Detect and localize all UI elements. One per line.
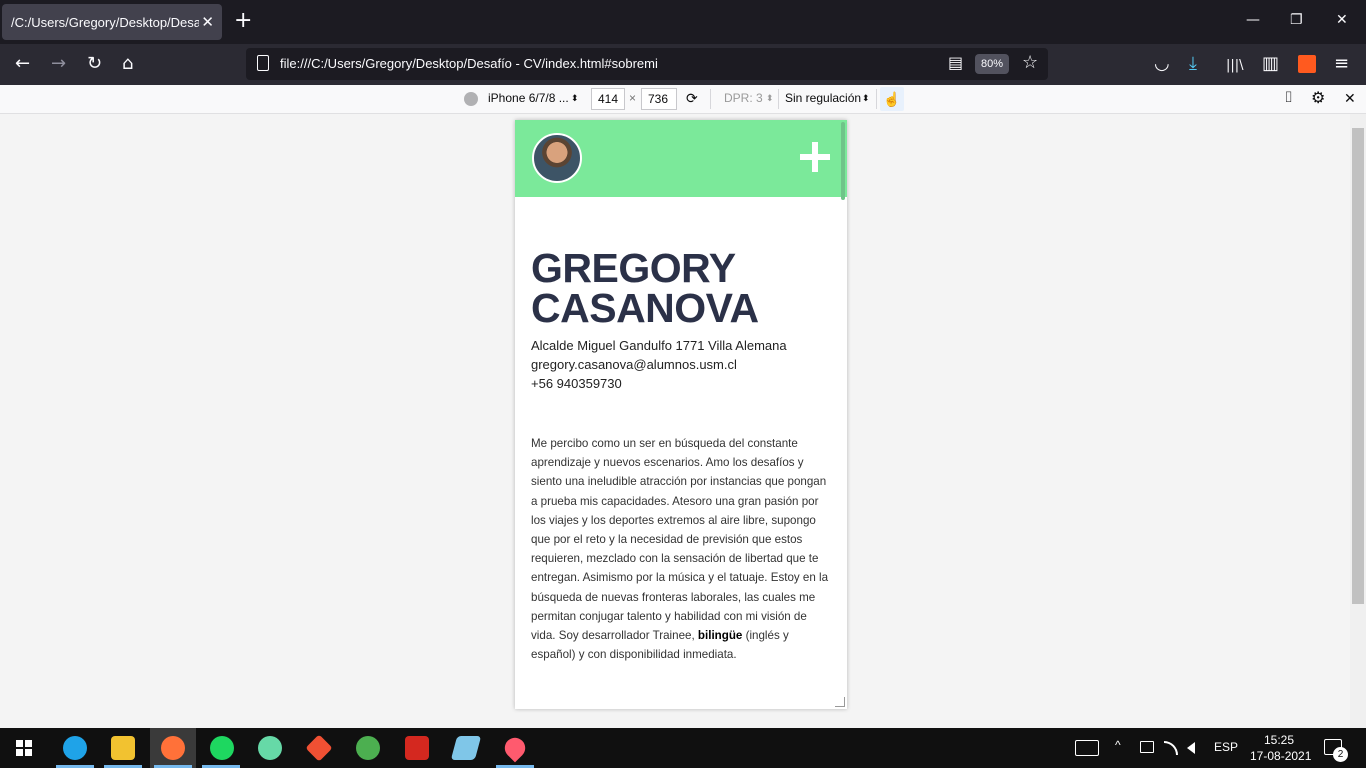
name-last: CASANOVA	[531, 285, 759, 331]
reader-view-icon[interactable]: ▤	[948, 53, 963, 73]
site-header	[515, 120, 847, 197]
tab-close-icon[interactable]: ✕	[201, 13, 214, 31]
dpr-dropdown-icon[interactable]: ⬍	[766, 93, 774, 104]
url-bar[interactable]: file:///C:/Users/Gregory/Desktop/Desafío…	[246, 48, 1048, 80]
email: gregory.casanova@alumnos.usm.cl	[531, 357, 737, 372]
tab-title: /C:/Users/Gregory/Desktop/Desafío	[11, 14, 199, 30]
throttling-selector[interactable]: Sin regulación	[785, 91, 861, 105]
menu-icon[interactable]: ≡	[1334, 54, 1349, 74]
dpr-selector[interactable]: DPR: 3	[724, 91, 763, 105]
device-scrollbar[interactable]	[841, 122, 845, 200]
acrobat-icon[interactable]	[405, 736, 429, 760]
plus-menu-icon[interactable]	[800, 142, 830, 172]
library-icon[interactable]: |||\	[1226, 56, 1244, 76]
about-bold-text: bilingüe	[697, 629, 743, 643]
atom-icon[interactable]	[258, 736, 282, 760]
windows-start-icon[interactable]	[16, 740, 32, 756]
downloads-icon[interactable]: ⤓	[1189, 54, 1197, 74]
page-scrollbar-thumb[interactable]	[1352, 128, 1364, 604]
page-title: GREGORY CASANOVA	[531, 248, 831, 331]
window-close-icon[interactable]: ✕	[1336, 12, 1348, 28]
device-icon	[464, 92, 478, 106]
chrome-icon[interactable]	[356, 736, 380, 760]
bookmark-star-icon[interactable]: ☆	[1022, 53, 1038, 73]
app-icon[interactable]	[500, 733, 530, 763]
input-method-icon[interactable]	[1140, 741, 1154, 753]
tab-bar: /C:/Users/Gregory/Desktop/Desafío ✕ + — …	[0, 0, 1366, 44]
throttling-dropdown-icon[interactable]: ⬍	[862, 93, 870, 104]
address: Alcalde Miguel Gandulfo 1771 Villa Alema…	[531, 338, 787, 353]
page-icon	[257, 55, 269, 71]
clock-date[interactable]: 17-08-2021	[1250, 749, 1311, 763]
tray-expand-icon[interactable]: ^	[1115, 738, 1121, 752]
responsive-toolbar: iPhone 6/7/8 ... ⬍ 414 × 736 ⟳ DPR: 3 ⬍ …	[0, 85, 1366, 114]
page-scrollbar[interactable]	[1350, 114, 1366, 728]
new-tab-button[interactable]: +	[234, 10, 252, 32]
about-text: Me percibo como un ser en búsqueda del c…	[531, 437, 829, 643]
restore-icon[interactable]: ❐	[1290, 12, 1303, 28]
git-icon[interactable]	[305, 734, 333, 762]
reload-icon[interactable]: ↻	[87, 54, 102, 74]
minimize-icon[interactable]: —	[1246, 12, 1260, 28]
pocket-icon[interactable]: ◡	[1154, 54, 1170, 74]
resize-handle[interactable]	[835, 697, 845, 707]
home-icon[interactable]: ⌂	[122, 54, 133, 74]
contact-info: Alcalde Miguel Gandulfo 1771 Villa Alema…	[531, 336, 841, 393]
screenshot-icon[interactable]: ⌷	[1284, 89, 1293, 106]
about-paragraph: Me percibo como un ser en búsqueda del c…	[531, 434, 831, 664]
viewport-width-input[interactable]: 414	[591, 88, 625, 110]
avatar	[532, 133, 582, 183]
forward-icon[interactable]: →	[51, 54, 66, 74]
sidebar-icon[interactable]: ▥	[1262, 54, 1279, 74]
dimension-separator: ×	[629, 91, 637, 105]
zoom-badge[interactable]: 80%	[975, 54, 1009, 74]
touch-simulation-icon[interactable]: ☝	[880, 87, 904, 111]
spotify-icon[interactable]	[210, 736, 234, 760]
edge-icon[interactable]	[63, 736, 87, 760]
extension-icon[interactable]	[1298, 55, 1316, 73]
url-text[interactable]: file:///C:/Users/Gregory/Desktop/Desafío…	[280, 56, 658, 71]
taskbar: ^ ESP 15:25 17-08-2021 2	[0, 728, 1366, 768]
language-indicator[interactable]: ESP	[1214, 740, 1238, 754]
toolbar-divider	[876, 89, 877, 109]
notepad-icon[interactable]	[450, 736, 482, 760]
device-dropdown-icon[interactable]: ⬍	[571, 93, 579, 104]
phone: +56 940359730	[531, 376, 622, 391]
firefox-icon[interactable]	[161, 736, 185, 760]
settings-icon[interactable]: ⚙	[1311, 88, 1325, 108]
close-responsive-icon[interactable]: ✕	[1344, 90, 1356, 107]
device-viewport: GREGORY CASANOVA Alcalde Miguel Gandulfo…	[515, 120, 847, 709]
rotate-icon[interactable]: ⟳	[686, 90, 698, 107]
viewport-height-input[interactable]: 736	[641, 88, 677, 110]
toolbar-divider	[778, 89, 779, 109]
clock-time[interactable]: 15:25	[1264, 733, 1294, 747]
volume-icon[interactable]	[1187, 742, 1195, 754]
nav-bar: ← → ↻ ⌂ file:///C:/Users/Gregory/Desktop…	[0, 44, 1366, 85]
notification-count: 2	[1333, 747, 1348, 762]
network-icon[interactable]	[1164, 741, 1178, 755]
toolbar-divider	[710, 89, 711, 109]
news-icon[interactable]	[1075, 740, 1099, 756]
browser-tab[interactable]: /C:/Users/Gregory/Desktop/Desafío ✕	[2, 4, 222, 40]
device-selector[interactable]: iPhone 6/7/8 ...	[488, 91, 569, 105]
file-explorer-icon[interactable]	[111, 736, 135, 760]
back-icon[interactable]: ←	[15, 54, 30, 74]
